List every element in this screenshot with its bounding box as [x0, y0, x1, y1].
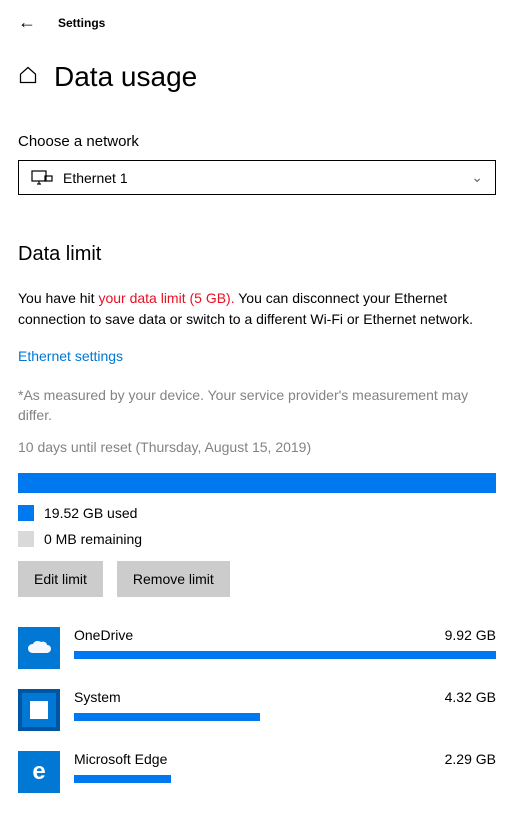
home-icon[interactable] [18, 65, 38, 90]
ethernet-settings-link[interactable]: Ethernet settings [18, 348, 123, 364]
page-title: Data usage [54, 61, 197, 93]
app-size: 9.92 GB [445, 627, 496, 643]
legend-remaining-text: 0 MB remaining [44, 531, 142, 547]
reset-text: 10 days until reset (Thursday, August 15… [18, 439, 496, 455]
app-usage-bar [74, 713, 496, 721]
legend-used: 19.52 GB used [18, 505, 496, 521]
app-name: System [74, 689, 121, 705]
top-bar: ← Settings [18, 12, 496, 33]
app-size: 4.32 GB [445, 689, 496, 705]
app-usage-bar [74, 651, 496, 659]
measured-note: *As measured by your device. Your servic… [18, 386, 496, 425]
ethernet-icon [31, 170, 51, 186]
legend-remaining: 0 MB remaining [18, 531, 496, 547]
network-selected: Ethernet 1 [63, 170, 128, 186]
app-name: OneDrive [74, 627, 133, 643]
back-icon[interactable]: ← [18, 12, 36, 33]
data-limit-warning: You have hit your data limit (5 GB). You… [18, 288, 496, 330]
legend-used-text: 19.52 GB used [44, 505, 137, 521]
system-icon [18, 689, 60, 731]
edge-icon: e [18, 751, 60, 793]
app-size: 2.29 GB [445, 751, 496, 767]
title-row: Data usage [18, 61, 496, 93]
remove-limit-button[interactable]: Remove limit [117, 561, 230, 597]
onedrive-icon [18, 627, 60, 669]
edit-limit-button[interactable]: Edit limit [18, 561, 103, 597]
settings-label: Settings [58, 16, 105, 30]
choose-network-label: Choose a network [18, 133, 496, 150]
chevron-down-icon: ⌄ [471, 169, 483, 186]
limit-buttons: Edit limit Remove limit [18, 561, 496, 597]
legend-used-swatch [18, 505, 34, 521]
warn-limit: your data limit (5 GB). [98, 290, 234, 306]
app-row-system: System 4.32 GB [18, 689, 496, 731]
app-usage-bar [74, 775, 496, 783]
app-row-edge: e Microsoft Edge 2.29 GB [18, 751, 496, 793]
network-dropdown[interactable]: Ethernet 1 ⌄ [18, 160, 496, 195]
data-limit-heading: Data limit [18, 243, 496, 266]
app-name: Microsoft Edge [74, 751, 167, 767]
warn-prefix: You have hit [18, 290, 98, 306]
usage-bar [18, 473, 496, 493]
app-row-onedrive: OneDrive 9.92 GB [18, 627, 496, 669]
legend-remaining-swatch [18, 531, 34, 547]
